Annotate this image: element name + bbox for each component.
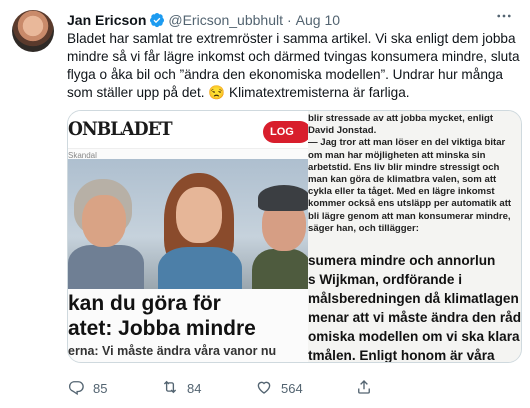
- tweet-line: mindre så vi får lägre inkomst och därme…: [67, 49, 520, 64]
- column-text: blir stressade av att jobba mycket, enli…: [308, 113, 521, 235]
- newspaper-front: ONBLADET LOG Skandal kan du göra för ate…: [68, 111, 311, 362]
- login-button-in-image: LOG: [263, 121, 311, 143]
- column-line: om man har möjligheten att minska sin: [308, 149, 486, 161]
- column-big-text: sumera mindre och annorlun s Wijkman, or…: [308, 251, 522, 363]
- tweet-date[interactable]: Aug 10: [296, 12, 340, 28]
- like-icon: [255, 378, 273, 399]
- more-icon[interactable]: [494, 6, 514, 26]
- separator: ·: [287, 12, 292, 28]
- big-line: sumera mindre och annorlun: [308, 253, 496, 268]
- retweet-button[interactable]: 84: [161, 378, 201, 399]
- reply-button[interactable]: 85: [67, 378, 107, 399]
- column-line: kommer också ens utsläpp per automatik a…: [308, 198, 512, 210]
- headline-line: kan du göra för: [68, 292, 221, 315]
- big-line: menar att vi måste ändra den rådar: [308, 310, 522, 325]
- reply-count: 85: [93, 380, 108, 396]
- column-line: säger han, och tillägger:: [308, 222, 419, 234]
- author-name[interactable]: Jan Ericson: [67, 12, 146, 28]
- headline-line: atet: Jobba mindre: [68, 317, 256, 340]
- column-line: arbetstid. Ens liv blir mindre stressigt…: [308, 161, 500, 173]
- article-photo: [68, 159, 308, 289]
- retweet-count: 84: [187, 380, 202, 396]
- column-line: blir stressade av att jobba mycket, enli…: [308, 113, 494, 124]
- tweet-header: Jan Ericson @Ericson_ubbhult · Aug 10: [67, 10, 340, 30]
- avatar[interactable]: [12, 10, 54, 52]
- column-line: bli lägre genom att man konsumerar mindr…: [308, 210, 511, 222]
- newspaper-column: blir stressade av att jobba mycket, enli…: [308, 111, 522, 363]
- big-line: tmålen. Enligt honom är våra: [308, 348, 495, 363]
- tweet-line: som ställer upp på det. 😒 Klimatextremis…: [67, 85, 410, 100]
- article-subhead: erna: Vi måste ändra våra vanor nu: [68, 344, 277, 358]
- share-icon: [355, 378, 373, 399]
- tweet-line: flyga o åka bil och ”ändra den ekonomisk…: [67, 67, 503, 82]
- article-headline: kan du göra för atet: Jobba mindre: [68, 291, 308, 341]
- column-line: — Jag tror att man löser en del viktiga …: [308, 137, 506, 149]
- like-button[interactable]: 564: [255, 378, 303, 399]
- newspaper-masthead: ONBLADET: [68, 118, 173, 140]
- masthead-bar: ONBLADET LOG: [68, 111, 311, 149]
- column-line: man kan göra de klimatbra valen, som att: [308, 174, 497, 186]
- tweet-line: Bladet har samlat tre extremröster i sam…: [67, 31, 516, 46]
- reply-icon: [67, 378, 85, 399]
- column-line: cykla eller ta tåget. Med en lägre inkom…: [308, 186, 495, 198]
- big-line: omiska modellen om vi ska klara: [308, 329, 520, 344]
- big-line: s Wijkman, ordförande i: [308, 272, 462, 287]
- big-line: målsberedningen då klimatlagen tog: [308, 291, 522, 306]
- retweet-icon: [161, 378, 179, 399]
- verified-badge-icon: [149, 12, 165, 28]
- tweet[interactable]: Jan Ericson @Ericson_ubbhult · Aug 10 Bl…: [0, 0, 530, 408]
- share-button[interactable]: [355, 378, 373, 399]
- author-handle[interactable]: @Ericson_ubbhult: [168, 12, 283, 28]
- like-count: 564: [281, 380, 303, 396]
- tweet-image[interactable]: ONBLADET LOG Skandal kan du göra för ate…: [67, 110, 522, 363]
- tweet-text: Bladet har samlat tre extremröster i sam…: [67, 30, 520, 102]
- column-line: David Jonstad.: [308, 125, 377, 137]
